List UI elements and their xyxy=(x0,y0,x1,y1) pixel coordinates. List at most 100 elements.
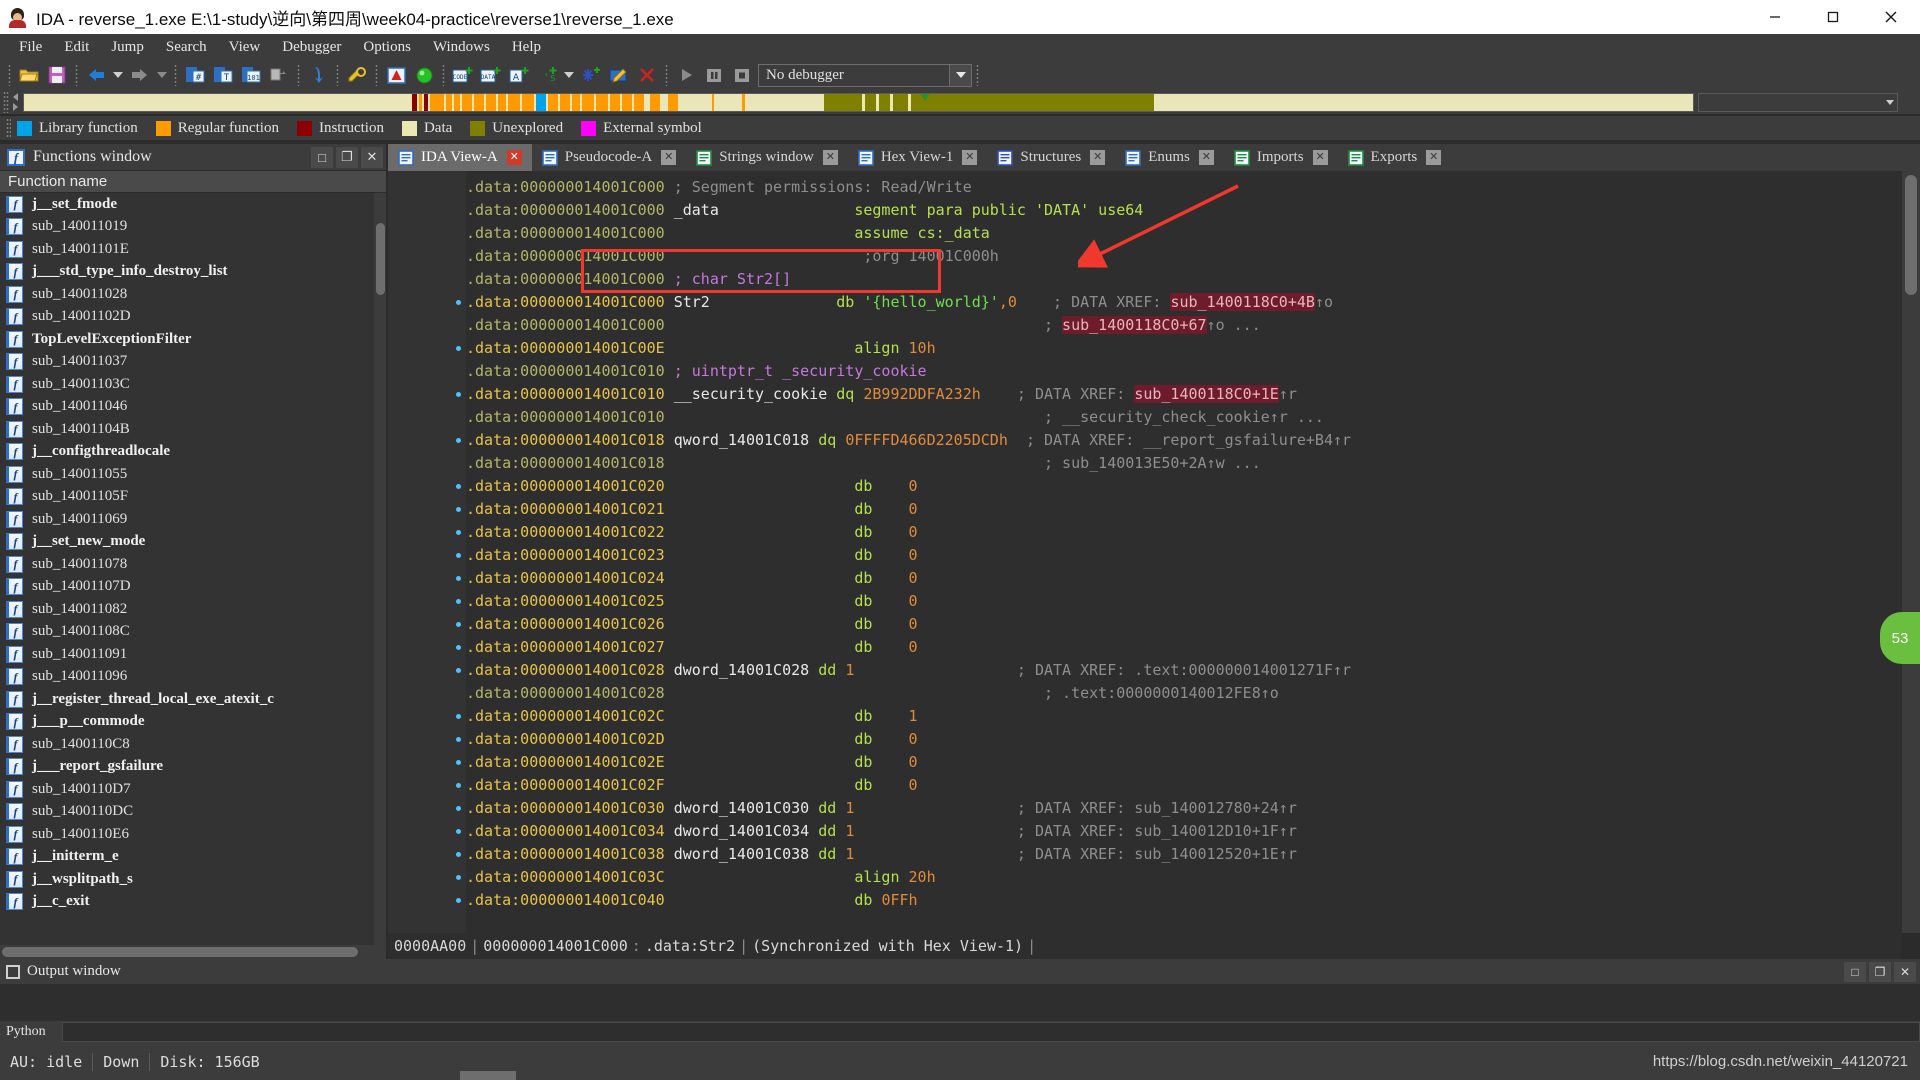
line-token-hl[interactable]: sub_1400118C0+1E xyxy=(1134,385,1279,403)
disassembly-line[interactable]: .data:000000014001C021 db 0 xyxy=(388,498,1902,521)
breakpoint-dot-icon[interactable] xyxy=(456,507,461,512)
tab-close-icon[interactable]: ✕ xyxy=(661,150,677,165)
menu-search[interactable]: Search xyxy=(155,37,218,58)
edit-function-icon[interactable] xyxy=(606,63,632,87)
tab-close-icon[interactable]: ✕ xyxy=(1198,150,1214,165)
breakpoint-dot-icon[interactable] xyxy=(456,875,461,880)
disassembly-lines[interactable]: .data:000000014001C000 ; Segment permiss… xyxy=(388,176,1902,933)
breakpoint-dot-icon[interactable] xyxy=(456,783,461,788)
jump-to-address-icon[interactable]: # xyxy=(182,63,208,87)
menu-windows[interactable]: Windows xyxy=(422,37,501,58)
pause-icon[interactable] xyxy=(701,63,727,87)
save-icon[interactable] xyxy=(44,63,70,87)
output-window-body[interactable]: 14001113B: using guessed type __int64 __… xyxy=(0,984,1920,1021)
breakpoint-dot-icon[interactable] xyxy=(456,760,461,765)
breakpoint-dot-icon[interactable] xyxy=(456,806,461,811)
output-window-close-button[interactable]: ✕ xyxy=(1894,961,1916,982)
make-ascii-icon[interactable]: A xyxy=(506,63,532,87)
function-list-item[interactable]: f sub_140011078 xyxy=(0,553,386,576)
tab-close-icon[interactable]: ✕ xyxy=(1426,150,1442,165)
menu-help[interactable]: Help xyxy=(501,37,552,58)
disassembly-line[interactable]: .data:000000014001C040 db 0FFh xyxy=(388,889,1902,912)
close-button[interactable] xyxy=(1862,0,1920,34)
menu-debugger[interactable]: Debugger xyxy=(271,37,352,58)
disassembly-line[interactable]: .data:000000014001C027 db 0 xyxy=(388,636,1902,659)
open-file-icon[interactable] xyxy=(16,63,42,87)
disassembly-line[interactable]: .data:000000014001C030 dword_14001C030 d… xyxy=(388,797,1902,820)
back-arrow-icon[interactable] xyxy=(83,63,109,87)
function-list-item[interactable]: f j__initterm_e xyxy=(0,846,386,869)
functions-horizontal-scrollbar[interactable] xyxy=(0,945,386,959)
breakpoint-dot-icon[interactable] xyxy=(456,530,461,535)
function-list-item[interactable]: f sub_140011055 xyxy=(0,463,386,486)
make-struct-icon[interactable]: 's xyxy=(534,63,560,87)
breakpoint-dot-icon[interactable] xyxy=(456,737,461,742)
disassembly-line[interactable]: .data:000000014001C02D db 0 xyxy=(388,728,1902,751)
function-list-item[interactable]: f j__c_exit xyxy=(0,891,386,914)
menu-view[interactable]: View xyxy=(218,37,272,58)
navigator-dropdown[interactable] xyxy=(1698,92,1898,112)
tab-close-icon[interactable]: ✕ xyxy=(962,150,978,165)
jump-by-number-icon[interactable]: 101 xyxy=(238,63,264,87)
menu-options[interactable]: Options xyxy=(352,37,422,58)
breakpoint-dot-icon[interactable] xyxy=(456,668,461,673)
function-list-item[interactable]: f sub_140011028 xyxy=(0,283,386,306)
green-run-icon[interactable] xyxy=(411,63,437,87)
forward-arrow-icon[interactable] xyxy=(127,63,153,87)
output-window-maximize-button[interactable]: ❐ xyxy=(1869,961,1891,982)
back-dropdown-icon[interactable] xyxy=(110,63,126,87)
breakpoint-dot-icon[interactable] xyxy=(456,898,461,903)
functions-list[interactable]: f j__set_fmode f sub_140011019 f sub_14001101… xyxy=(0,193,386,945)
legend-drag-handle[interactable] xyxy=(6,118,11,138)
jump-down-icon[interactable] xyxy=(305,63,331,87)
function-list-item[interactable]: f j___p__commode xyxy=(0,711,386,734)
tab-exports[interactable]: Exports ✕ xyxy=(1338,144,1452,171)
floating-badge[interactable]: 53 xyxy=(1880,612,1920,664)
function-list-item[interactable]: f sub_14001102D xyxy=(0,306,386,329)
unlock-icon[interactable] xyxy=(344,63,370,87)
tab-structures[interactable]: Structures ✕ xyxy=(987,144,1115,171)
functions-window-close-button[interactable]: ✕ xyxy=(361,146,383,168)
disassembly-line[interactable]: .data:000000014001C03C align 20h xyxy=(388,866,1902,889)
tab-close-icon[interactable]: ✕ xyxy=(1312,150,1328,165)
function-list-item[interactable]: f j__set_new_mode xyxy=(0,531,386,554)
forward-dropdown-icon[interactable] xyxy=(154,63,170,87)
function-list-item[interactable]: f sub_140011037 xyxy=(0,351,386,374)
tab-ida-view-a[interactable]: IDA View-A ✕ xyxy=(388,144,532,171)
functions-window-maximize-button[interactable]: ❐ xyxy=(336,146,358,168)
disassembly-line[interactable]: .data:000000014001C023 db 0 xyxy=(388,544,1902,567)
disassembly-line[interactable]: .data:000000014001C02C db 1 xyxy=(388,705,1902,728)
make-array-icon[interactable] xyxy=(578,63,604,87)
breakpoint-dot-icon[interactable] xyxy=(456,599,461,604)
function-list-item[interactable]: f sub_140011069 xyxy=(0,508,386,531)
function-list-item[interactable]: f j__register_thread_local_exe_atexit_c xyxy=(0,688,386,711)
disassembly-line[interactable]: .data:000000014001C000 Str2 db '{hello_w… xyxy=(388,291,1902,314)
line-token-hl[interactable]: sub_1400118C0+67 xyxy=(1062,316,1207,334)
function-list-item[interactable]: f j___report_gsfailure xyxy=(0,756,386,779)
scrollbar-thumb[interactable] xyxy=(376,223,385,295)
tab-close-icon[interactable]: ✕ xyxy=(1090,150,1106,165)
disassembly-view[interactable]: .data:000000014001C000 ; Segment permiss… xyxy=(388,171,1902,933)
function-list-item[interactable]: f sub_14001103C xyxy=(0,373,386,396)
disassembly-line[interactable]: .data:000000014001C000 ; sub_1400118C0+6… xyxy=(388,314,1902,337)
breakpoint-dot-icon[interactable] xyxy=(456,576,461,581)
function-list-item[interactable]: f j__wsplitpath_s xyxy=(0,868,386,891)
menu-jump[interactable]: Jump xyxy=(100,37,155,58)
make-data-icon[interactable]: DATA xyxy=(478,63,504,87)
function-list-item[interactable]: f sub_14001104B xyxy=(0,418,386,441)
disassembly-line[interactable]: .data:000000014001C000 ;org 14001C000h xyxy=(388,245,1902,268)
disassembly-line[interactable]: .data:000000014001C020 db 0 xyxy=(388,475,1902,498)
tab-close-icon[interactable]: ✕ xyxy=(822,150,838,165)
search-next-icon[interactable] xyxy=(266,63,292,87)
problems-icon[interactable] xyxy=(383,63,409,87)
stop-icon[interactable] xyxy=(729,63,755,87)
functions-window-restore-button[interactable]: □ xyxy=(311,146,333,168)
menu-edit[interactable]: Edit xyxy=(53,37,100,58)
function-list-item[interactable]: f sub_14001101E xyxy=(0,238,386,261)
maximize-button[interactable] xyxy=(1804,0,1862,34)
function-list-item[interactable]: f j___std_type_info_destroy_list xyxy=(0,261,386,284)
tab-pseudocode-a[interactable]: Pseudocode-A ✕ xyxy=(532,144,686,171)
disassembly-line[interactable]: .data:000000014001C028 dword_14001C028 d… xyxy=(388,659,1902,682)
status-scroll-stub[interactable] xyxy=(460,1071,516,1080)
disassembly-line[interactable]: .data:000000014001C034 dword_14001C034 d… xyxy=(388,820,1902,843)
